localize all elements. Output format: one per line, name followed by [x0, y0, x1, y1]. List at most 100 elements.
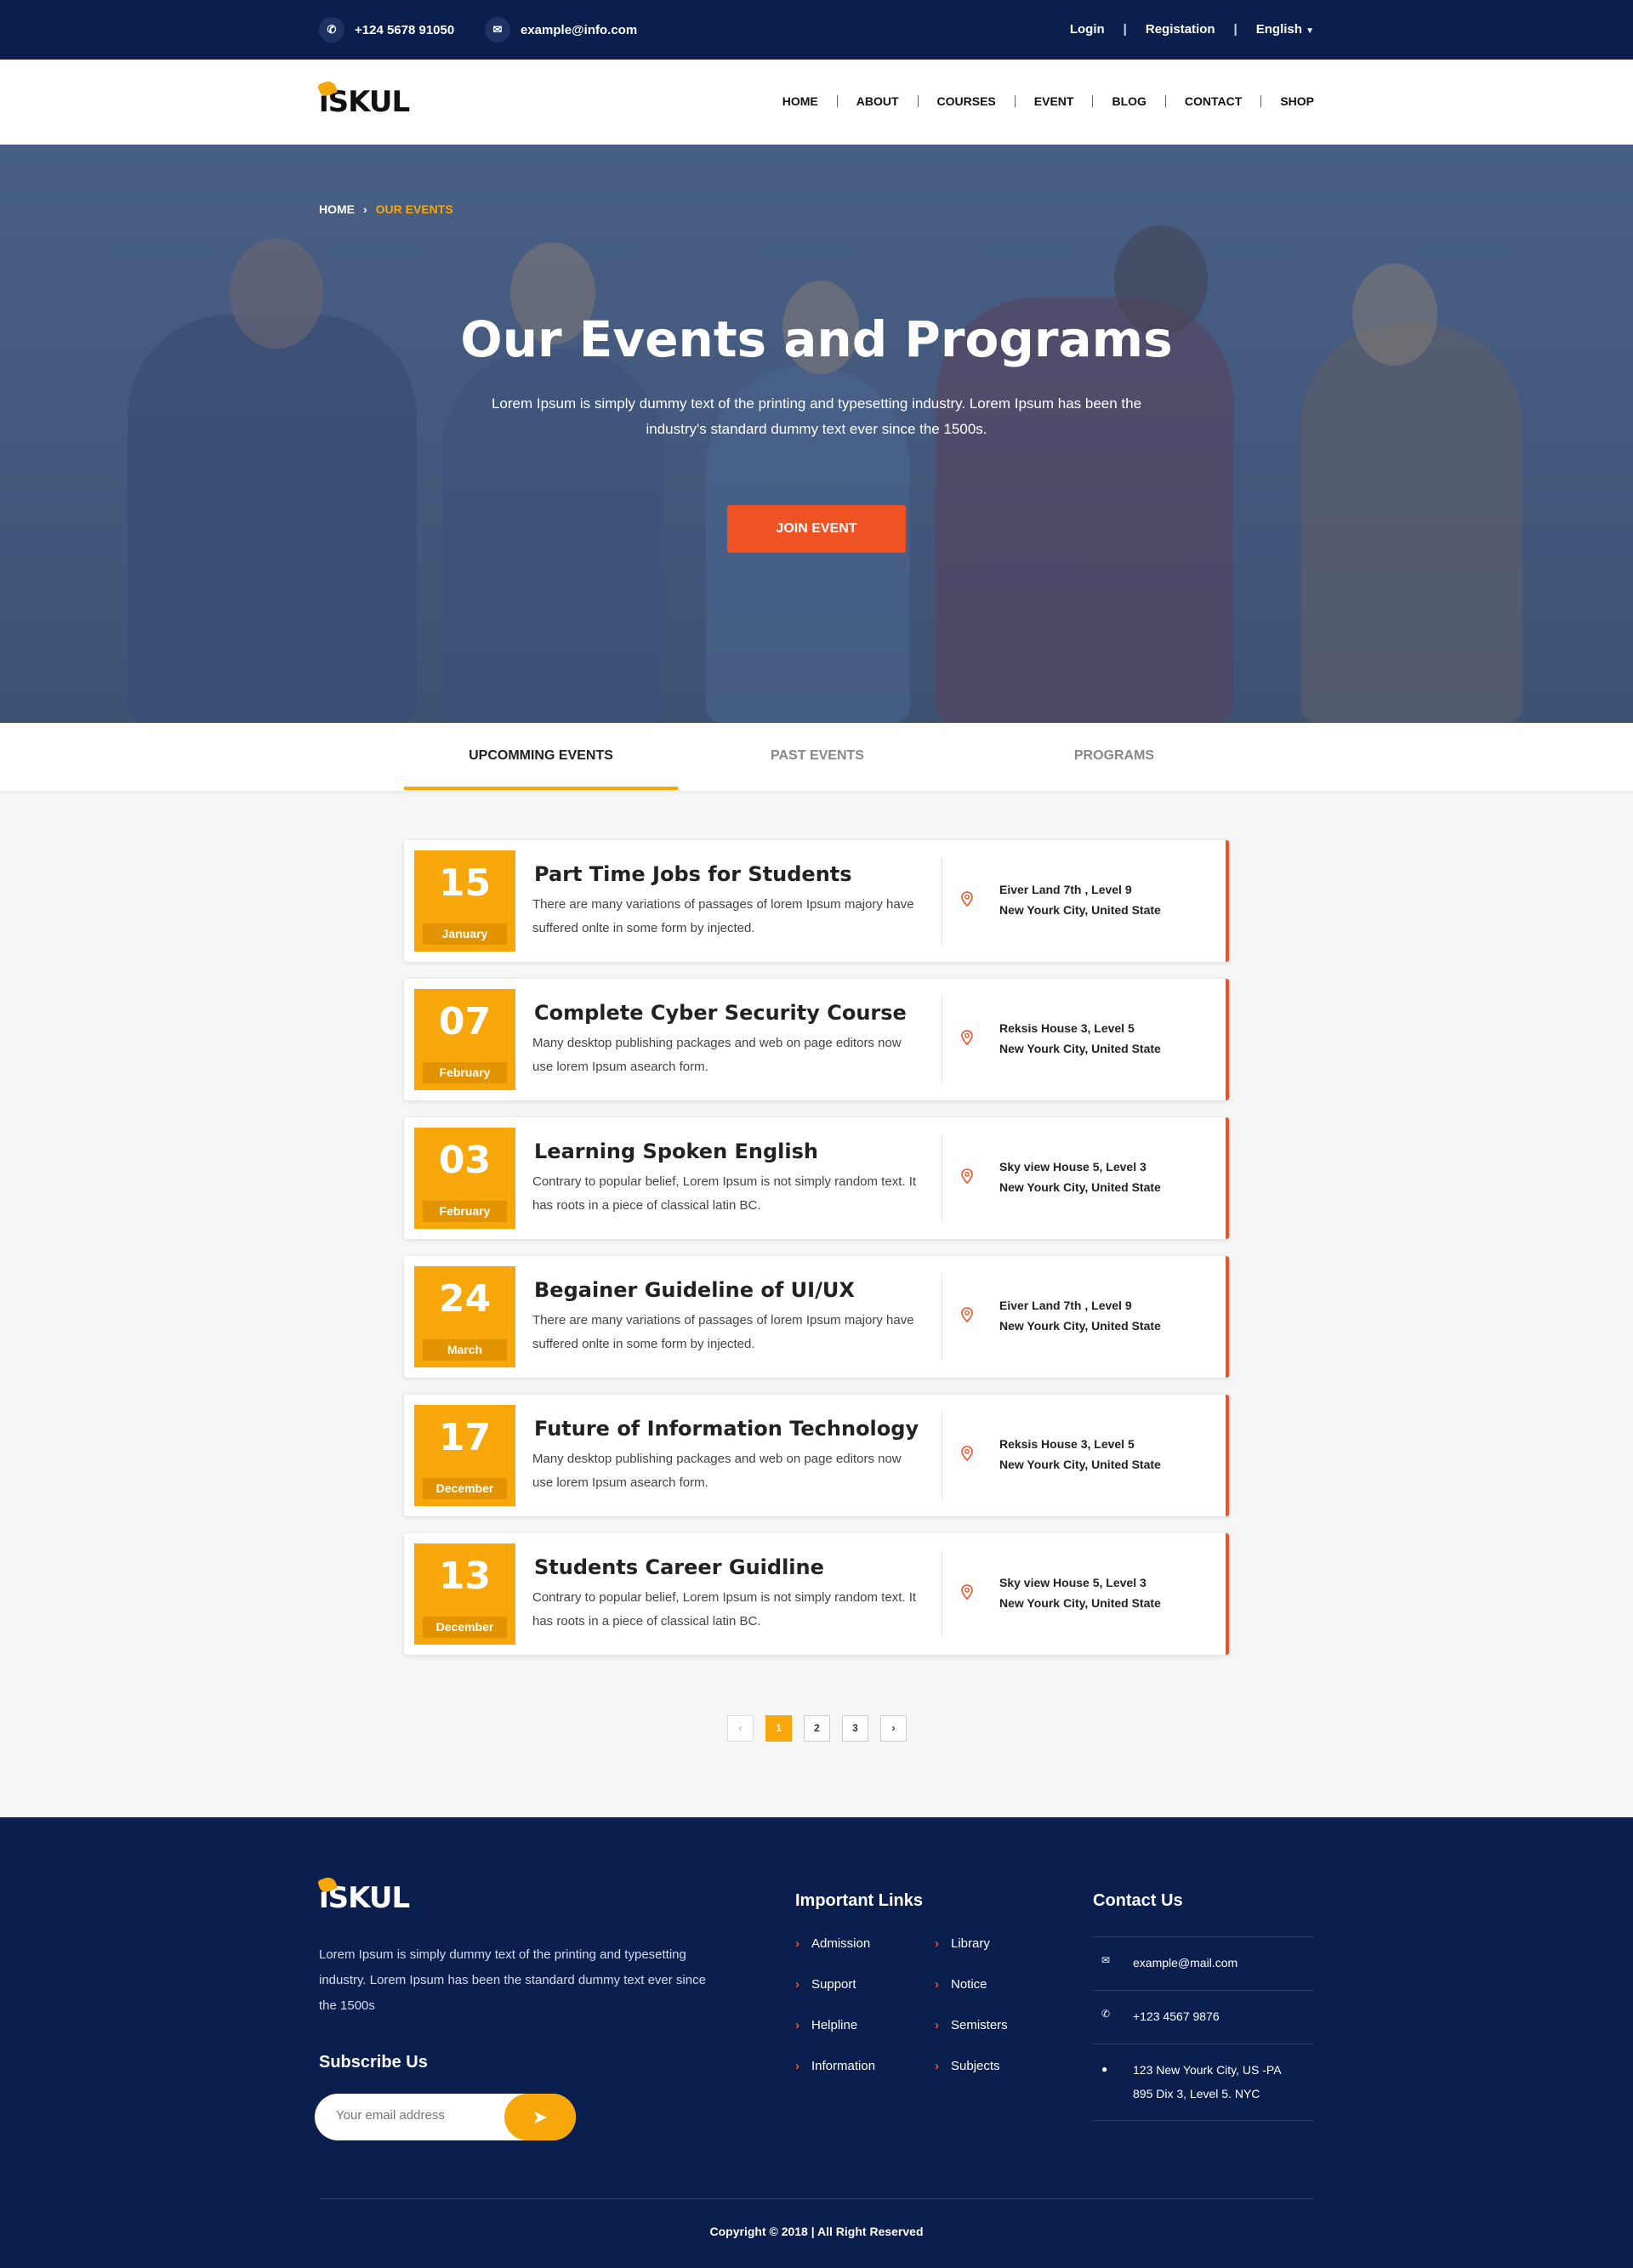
link-label: Information [811, 2059, 876, 2073]
register-link[interactable]: Registation [1146, 22, 1215, 37]
join-event-button[interactable]: JOIN EVENT [727, 505, 906, 553]
contact-heading: Contact Us [1093, 1891, 1183, 1910]
link-label: Helpline [811, 2018, 858, 2032]
nav-courses[interactable]: COURSES [919, 94, 1015, 108]
footer-link-support[interactable]: › Support [795, 1977, 875, 2018]
event-card[interactable]: 03 February Learning Spoken English Cont… [404, 1117, 1229, 1239]
event-location: Sky view House 5, Level 3 New Yourk City… [999, 1157, 1161, 1197]
top-bar: ✆ +124 5678 91050 ✉ example@info.com Log… [0, 0, 1633, 60]
email-contact: ✉ example@info.com [485, 17, 637, 43]
separator: | [1123, 22, 1127, 37]
location-line-1: Sky view House 5, Level 3 [999, 1160, 1147, 1174]
next-page-button[interactable]: › [880, 1715, 907, 1742]
event-day: 13 [438, 1555, 492, 1598]
event-description: Contrary to popular belief, Lorem Ipsum … [532, 1590, 917, 1629]
contact-email[interactable]: example@mail.com [1133, 1951, 1238, 1975]
copyright: Copyright © 2018 | All Right Reserved [319, 2198, 1314, 2238]
event-date-badge: 24 March [414, 1266, 515, 1367]
chevron-right-icon: › [795, 2059, 799, 2073]
event-date-badge: 07 February [414, 989, 515, 1090]
chevron-right-icon: › [935, 1936, 939, 1951]
location-line-2: New Yourk City, United State [999, 1042, 1161, 1055]
prev-page-button[interactable]: ‹ [727, 1715, 754, 1742]
event-title[interactable]: Complete Cyber Security Course [534, 1001, 907, 1025]
nav-contact[interactable]: CONTACT [1166, 94, 1260, 108]
event-description: There are many variations of passages of… [532, 897, 914, 935]
event-card[interactable]: 07 February Complete Cyber Security Cour… [404, 979, 1229, 1100]
chevron-right-icon: › [935, 1977, 939, 1992]
email-text: example@info.com [521, 22, 638, 37]
event-date-badge: 17 December [414, 1405, 515, 1506]
contact-email-row: ✉ example@mail.com [1093, 1936, 1314, 1990]
event-month: December [423, 1478, 507, 1499]
event-card[interactable]: 24 March Begainer Guideline of UI/UX The… [404, 1256, 1229, 1378]
contact-address-row: ● 123 New Yourk City, US -PA 895 Dix 3, … [1093, 2043, 1314, 2120]
nav-event[interactable]: EVENT [1016, 94, 1093, 108]
link-label: Library [951, 1936, 990, 1951]
location-pin-icon [961, 1030, 973, 1045]
language-dropdown[interactable]: English ▼ [1256, 22, 1314, 37]
subscribe-email-input[interactable] [336, 2108, 489, 2123]
event-month: December [423, 1617, 507, 1638]
tab-upcoming-events[interactable]: UPCOMMING EVENTS [404, 748, 678, 764]
footer-link-notice[interactable]: › Notice [935, 1977, 1008, 2018]
chevron-right-icon: › [935, 2018, 939, 2032]
hero-banner: HOME › OUR EVENTS Our Events and Program… [0, 145, 1633, 723]
location-line-2: New Yourk City, United State [999, 903, 1161, 917]
event-card[interactable]: 17 December Future of Information Techno… [404, 1395, 1229, 1516]
nav-blog[interactable]: BLOG [1093, 94, 1164, 108]
footer-link-semisters[interactable]: › Semisters [935, 2018, 1008, 2059]
subscribe-heading: Subscribe Us [319, 2053, 428, 2072]
event-date-badge: 13 December [414, 1543, 515, 1645]
event-title[interactable]: Part Time Jobs for Students [534, 862, 852, 886]
event-location: Eiver Land 7th , Level 9 New Yourk City,… [999, 879, 1161, 920]
footer-link-helpline[interactable]: › Helpline [795, 2018, 875, 2059]
event-title[interactable]: Learning Spoken English [534, 1140, 818, 1163]
phone-text: +124 5678 91050 [355, 22, 455, 37]
event-title[interactable]: Begainer Guideline of UI/UX [534, 1278, 855, 1302]
event-card[interactable]: 15 January Part Time Jobs for Students T… [404, 840, 1229, 962]
tab-past-events[interactable]: PAST EVENTS [680, 748, 954, 764]
footer-link-information[interactable]: › Information [795, 2059, 875, 2100]
location-pin-icon [961, 1584, 973, 1600]
nav-shop[interactable]: SHOP [1261, 94, 1314, 108]
link-label: Semisters [951, 2018, 1008, 2032]
phone-contact: ✆ +124 5678 91050 [319, 17, 454, 43]
important-links-heading: Important Links [795, 1891, 924, 1910]
subscribe-send-button[interactable]: ➤ [504, 2094, 576, 2140]
event-description: Many desktop publishing packages and web… [532, 1036, 902, 1074]
hero-subtitle: Lorem Ipsum is simply dummy text of the … [491, 395, 1142, 437]
links-column-2: › Library › Notice › Semisters › Subjects [935, 1936, 1008, 2100]
contact-phone[interactable]: +123 4567 9876 [1133, 2004, 1220, 2028]
location-line-2: New Yourk City, United State [999, 1458, 1161, 1471]
event-title[interactable]: Students Career Guidline [534, 1555, 824, 1579]
subscribe-form: ➤ [315, 2094, 576, 2140]
nav-about[interactable]: ABOUT [838, 94, 918, 108]
phone-icon: ✆ [319, 17, 344, 43]
logo[interactable]: iSKUL [316, 79, 410, 119]
event-card[interactable]: 13 December Students Career Guidline Con… [404, 1533, 1229, 1655]
event-title[interactable]: Future of Information Technology [534, 1417, 919, 1441]
location-pin-icon [961, 1446, 973, 1461]
footer-link-subjects[interactable]: › Subjects [935, 2059, 1008, 2100]
page-3-button[interactable]: 3 [842, 1715, 868, 1742]
nav-home[interactable]: HOME [764, 94, 837, 108]
event-day: 07 [438, 1000, 492, 1043]
event-month: March [423, 1339, 507, 1361]
footer-logo[interactable]: iSKUL [316, 1875, 410, 1915]
breadcrumb-home[interactable]: HOME [319, 202, 355, 216]
link-label: Subjects [951, 2059, 1000, 2073]
footer: iSKUL Lorem Ipsum is simply dummy text o… [0, 1817, 1633, 2268]
chevron-right-icon: › [795, 2018, 799, 2032]
page-1-button[interactable]: 1 [765, 1715, 792, 1742]
page-2-button[interactable]: 2 [804, 1715, 830, 1742]
tab-programs[interactable]: PROGRAMS [977, 748, 1251, 764]
language-label: English [1255, 22, 1302, 37]
location-pin-icon [961, 891, 973, 907]
event-month: January [423, 924, 507, 945]
footer-link-library[interactable]: › Library [935, 1936, 1008, 1977]
login-link[interactable]: Login [1070, 22, 1105, 37]
event-location: Reksis House 3, Level 5 New Yourk City, … [999, 1018, 1161, 1059]
footer-link-admission[interactable]: › Admission [795, 1936, 875, 1977]
link-label: Admission [811, 1936, 871, 1951]
